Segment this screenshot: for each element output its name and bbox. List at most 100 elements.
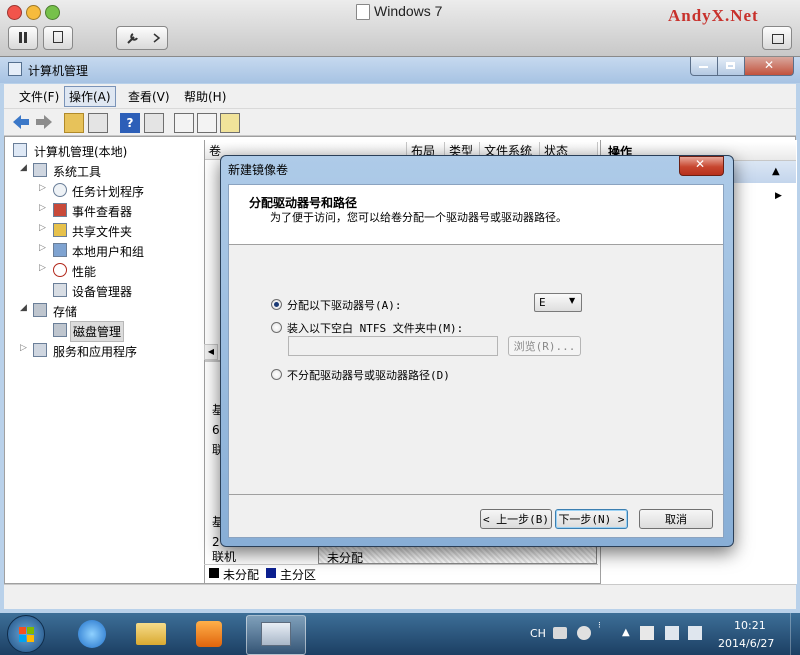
close-icon: ✕	[695, 157, 706, 171]
fullscreen-button[interactable]	[762, 26, 792, 50]
close-traffic-light[interactable]	[7, 5, 22, 20]
tree-root[interactable]: 计算机管理(本地)	[34, 143, 127, 160]
legend-swatch-unallocated	[209, 568, 219, 578]
menu-help[interactable]: 帮助(H)	[184, 88, 226, 105]
storage-icon	[33, 303, 47, 317]
pause-button[interactable]	[8, 26, 38, 50]
tree-local-users[interactable]: 本地用户和组	[72, 243, 144, 260]
menu-file[interactable]: 文件(F)	[19, 88, 59, 105]
taskbar-ie[interactable]	[64, 615, 122, 653]
tree-storage[interactable]: 存储	[53, 303, 77, 320]
volume-icon[interactable]	[688, 626, 702, 640]
disk-icon	[53, 323, 67, 337]
snapshot-button[interactable]	[43, 26, 73, 50]
help-icon[interactable]: ?	[120, 113, 140, 133]
clock-icon	[53, 183, 67, 197]
browse-button[interactable]: 浏览(R)...	[508, 336, 581, 356]
collapsed-triangle-icon[interactable]: ▷	[20, 343, 27, 353]
show-tree-icon[interactable]	[88, 113, 108, 133]
document-icon	[356, 4, 370, 20]
drive-letter-value: E	[539, 296, 546, 309]
collapsed-triangle-icon[interactable]: ▷	[39, 243, 46, 253]
users-icon	[53, 243, 67, 257]
option-no-letter[interactable]: 不分配驱动器号或驱动器路径(D)	[287, 367, 450, 383]
event-viewer-icon	[53, 203, 67, 217]
minimize-button[interactable]	[690, 57, 718, 76]
close-icon: ✕	[764, 58, 775, 72]
legend-primary: 主分区	[280, 568, 317, 582]
tree-task-scheduler[interactable]: 任务计划程序	[72, 183, 144, 200]
option-assign-letter[interactable]: 分配以下驱动器号(A):	[287, 297, 402, 313]
performance-icon	[53, 263, 67, 277]
scroll-left-button[interactable]: ◀	[204, 344, 218, 360]
computer-management-icon	[261, 622, 291, 646]
radio-mount-folder[interactable]	[271, 322, 282, 333]
maximize-button[interactable]	[717, 57, 745, 76]
more-actions-arrow-icon[interactable]: ▶	[775, 191, 782, 201]
network-icon[interactable]	[665, 626, 679, 640]
watermark-logo: AndyX.Net	[668, 6, 759, 25]
menu-view[interactable]: 查看(V)	[128, 88, 170, 105]
tree-shared-folders[interactable]: 共享文件夹	[72, 223, 132, 240]
tree-system-tools[interactable]: 系统工具	[53, 163, 101, 180]
minimize-traffic-light[interactable]	[26, 5, 41, 20]
forward-arrow-icon[interactable]	[34, 113, 54, 131]
services-icon	[33, 343, 47, 357]
drive-letter-select[interactable]: E ▼	[534, 293, 582, 312]
show-desktop-button[interactable]	[790, 613, 800, 655]
tree-services[interactable]: 服务和应用程序	[53, 343, 137, 360]
option-mount-folder[interactable]: 装入以下空白 NTFS 文件夹中(M):	[287, 320, 463, 336]
expanded-triangle-icon[interactable]: ◢	[20, 303, 27, 313]
taskbar-media-player[interactable]	[180, 615, 238, 653]
collapsed-triangle-icon[interactable]: ▷	[39, 263, 46, 273]
menu-bar	[4, 84, 796, 109]
cancel-button[interactable]: 取消	[639, 509, 713, 529]
refresh-icon[interactable]	[174, 113, 194, 133]
tray-options-icon[interactable]: ⁝	[598, 622, 601, 631]
back-button[interactable]: < 上一步(B)	[480, 509, 552, 529]
tree-event-viewer[interactable]: 事件查看器	[72, 203, 132, 220]
legend-bar	[204, 564, 598, 585]
tree-performance[interactable]: 性能	[72, 263, 96, 280]
properties-icon[interactable]	[197, 113, 217, 133]
zoom-traffic-light[interactable]	[45, 5, 60, 20]
back-arrow-icon[interactable]	[11, 113, 31, 131]
dialog-close-button[interactable]: ✕	[679, 156, 724, 176]
radio-assign-letter[interactable]	[271, 299, 282, 310]
tree-disk-management[interactable]: 磁盘管理	[70, 321, 125, 342]
clock-date[interactable]: 2014/6/27	[718, 637, 774, 650]
next-button[interactable]: 下一步(N) >	[555, 509, 628, 529]
collapse-up-icon[interactable]: ▲	[772, 166, 780, 177]
folder-path-input[interactable]	[288, 336, 498, 356]
menu-action[interactable]: 操作(A)	[64, 86, 116, 107]
start-button[interactable]	[7, 615, 45, 653]
maximize-icon	[726, 62, 735, 69]
action-pane-icon[interactable]	[144, 113, 164, 133]
window-close-button[interactable]: ✕	[744, 57, 794, 76]
tree-device-manager[interactable]: 设备管理器	[72, 283, 132, 300]
ime-icon[interactable]	[577, 626, 591, 640]
collapsed-triangle-icon[interactable]: ▷	[39, 203, 46, 213]
collapsed-triangle-icon[interactable]: ▷	[39, 223, 46, 233]
keyboard-icon[interactable]	[553, 627, 567, 639]
clock-time[interactable]: 10:21	[734, 619, 766, 632]
up-folder-icon[interactable]	[64, 113, 84, 133]
flag-icon[interactable]	[640, 626, 654, 640]
expanded-triangle-icon[interactable]: ◢	[20, 163, 27, 173]
dialog-separator	[229, 494, 723, 495]
settings-button[interactable]	[116, 26, 168, 50]
taskbar-explorer[interactable]	[122, 615, 180, 653]
radio-no-letter[interactable]	[271, 369, 282, 380]
language-indicator[interactable]: CH	[530, 627, 546, 640]
export-list-icon[interactable]	[220, 113, 240, 133]
chevron-right-icon	[153, 33, 161, 43]
taskbar-computer-management[interactable]	[246, 615, 306, 655]
legend-unallocated: 未分配	[223, 568, 260, 582]
status-bar	[4, 584, 796, 609]
wrench-icon	[127, 33, 138, 44]
show-hidden-icons[interactable]: ▲	[622, 627, 630, 638]
snapshot-icon	[53, 31, 63, 43]
computer-icon	[13, 143, 27, 157]
dialog-title: 新建镜像卷	[228, 163, 289, 177]
collapsed-triangle-icon[interactable]: ▷	[39, 183, 46, 193]
